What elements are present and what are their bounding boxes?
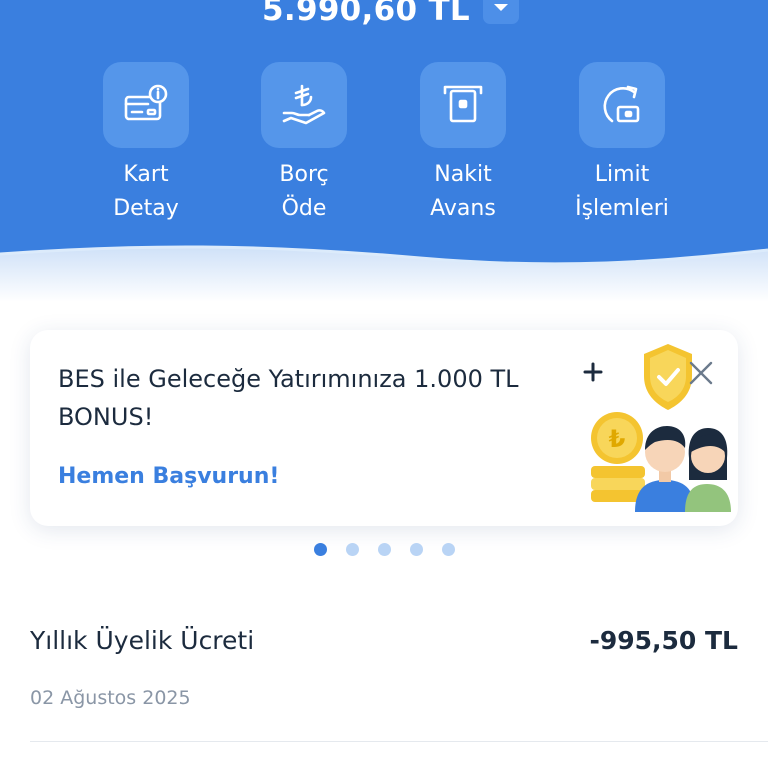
carousel-dot[interactable] xyxy=(378,543,391,556)
action-label-line1: Kart xyxy=(123,162,169,187)
action-label-line2: Avans xyxy=(430,196,496,221)
action-kart-detay[interactable]: Kart Detay xyxy=(91,62,201,226)
limit-refresh-icon xyxy=(603,85,640,123)
carousel-dot[interactable] xyxy=(442,543,455,556)
action-tile[interactable] xyxy=(420,62,506,148)
action-label-line2: Öde xyxy=(281,196,327,221)
transaction-title: Yıllık Üyelik Ücreti xyxy=(30,626,255,655)
action-label: Borç Öde xyxy=(249,158,359,226)
action-limit-islemleri[interactable]: Limit İşlemleri xyxy=(567,62,677,226)
transaction-divider xyxy=(30,741,768,742)
action-tile[interactable] xyxy=(261,62,347,148)
transaction-amount: -995,50 TL xyxy=(589,626,738,655)
promo-title: BES ile Geleceğe Yatırımınıza 1.000 TL B… xyxy=(58,365,519,431)
promo-apply-link[interactable]: Hemen Başvurun! xyxy=(58,464,279,489)
action-label-line1: Borç xyxy=(279,162,329,187)
transaction-date: 02 Ağustos 2025 xyxy=(30,687,191,709)
action-nakit-avans[interactable]: Nakit Avans xyxy=(408,62,518,226)
action-label: Nakit Avans xyxy=(408,158,518,226)
lira-hand-icon xyxy=(282,84,326,125)
close-icon xyxy=(689,361,713,385)
action-label-line2: İşlemleri xyxy=(575,196,669,221)
promo-close-button[interactable] xyxy=(684,356,718,390)
promo-card[interactable]: BES ile Geleceğe Yatırımınıza 1.000 TL B… xyxy=(30,330,738,526)
atm-cash-icon xyxy=(443,85,483,123)
action-tile[interactable] xyxy=(103,62,189,148)
chevron-down-icon xyxy=(494,4,508,11)
action-label-line1: Limit xyxy=(594,162,650,187)
carousel-dot-active[interactable] xyxy=(314,543,327,556)
header-wave xyxy=(0,245,768,302)
action-label-line1: Nakit xyxy=(434,162,492,187)
balance-row: 5.990,60 TL xyxy=(0,0,768,38)
action-borc-ode[interactable]: Borç Öde xyxy=(249,62,359,226)
carousel-dot[interactable] xyxy=(346,543,359,556)
action-label: Limit İşlemleri xyxy=(567,158,677,226)
action-label: Kart Detay xyxy=(91,158,201,226)
action-label-line2: Detay xyxy=(113,196,179,221)
card-info-icon xyxy=(124,84,168,121)
action-tile[interactable] xyxy=(579,62,665,148)
balance-amount: 5.990,60 TL xyxy=(262,0,470,28)
balance-toggle-button[interactable] xyxy=(483,0,519,24)
carousel-dot[interactable] xyxy=(410,543,423,556)
svg-text:₺: ₺ xyxy=(609,425,626,453)
